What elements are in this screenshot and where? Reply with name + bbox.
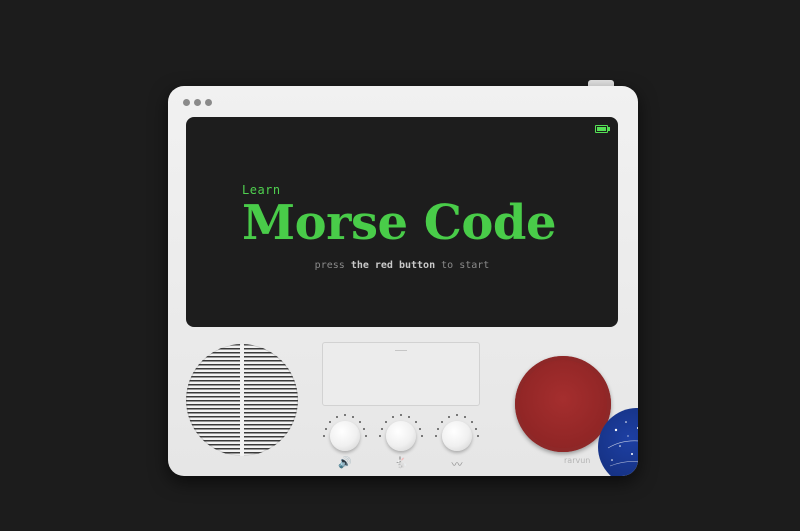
start-prompt: press the red button to start [186,260,618,271]
globe-sticker [598,408,638,476]
volume-knob[interactable] [322,413,368,459]
window-dot[interactable] [205,99,212,106]
tone-knob[interactable] [434,413,480,459]
volume-icon: 🔊 [338,456,352,469]
display-screen: Learn Morse Code press the red button to… [186,117,618,327]
battery-icon [595,125,610,133]
speaker-grille [186,344,298,456]
window-dot[interactable] [194,99,201,106]
red-start-button[interactable] [515,356,611,452]
prompt-pre: press [314,260,345,271]
rabbit-speed-icon: 🐇 [394,456,408,469]
window-dot[interactable] [183,99,190,106]
prompt-highlight: the red button [350,260,436,271]
globe-sticker-art [607,421,638,467]
screen-title: Morse Code [242,195,557,251]
brand-label: rarvun [564,456,591,465]
speed-knob[interactable] [378,413,424,459]
prompt-post: to start [441,260,490,271]
window-dots [183,99,212,106]
morse-device: Learn Morse Code press the red button to… [168,86,638,476]
waveform-icon: 〰 [451,458,463,471]
blank-panel [322,342,480,406]
